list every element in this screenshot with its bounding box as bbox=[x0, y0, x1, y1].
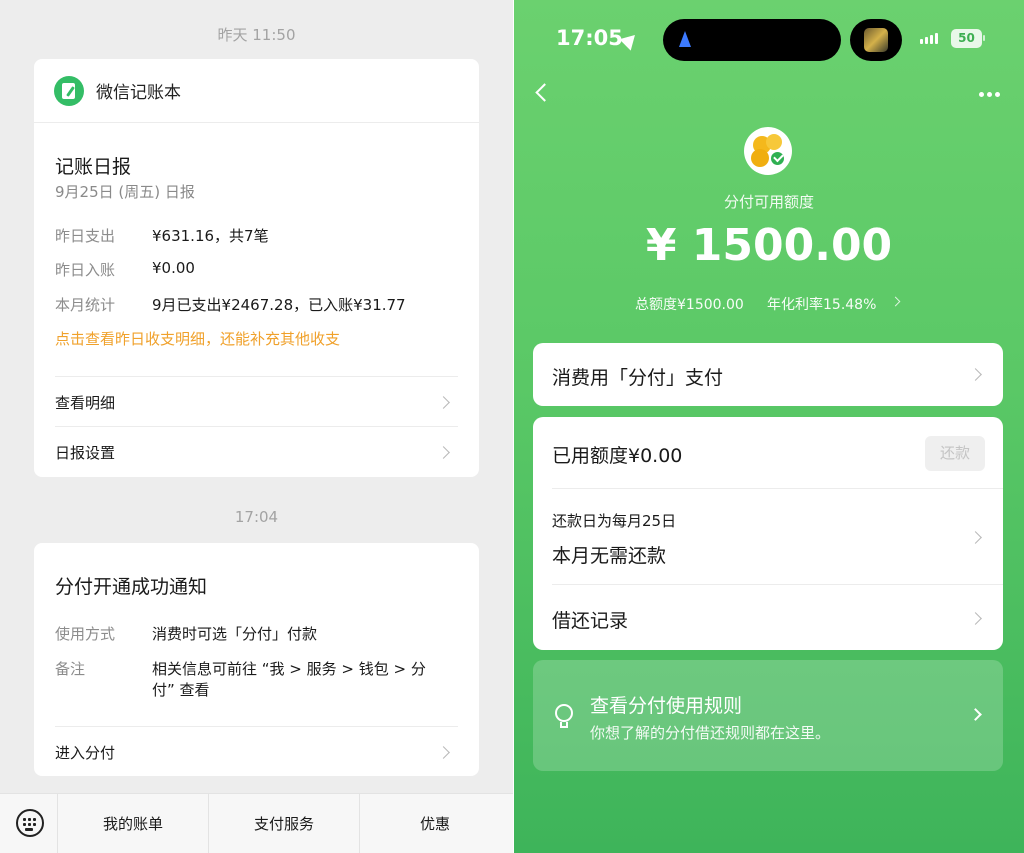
available-amount: ¥ 1500.00 bbox=[645, 220, 893, 271]
yesterday-income-value: ¥0.00 bbox=[152, 259, 195, 277]
rules-subtitle: 你想了解的分付借还规则都在这里。 bbox=[590, 724, 831, 742]
report-settings-label: 日报设置 bbox=[55, 444, 116, 462]
report-subtitle: 9月25日 (周五) 日报 bbox=[55, 183, 195, 201]
yesterday-income-label: 昨日入账 bbox=[55, 261, 116, 279]
now-playing-artwork bbox=[850, 19, 902, 61]
rules-title: 查看分付使用规则 bbox=[590, 695, 743, 717]
tab-offers[interactable]: 优惠 bbox=[360, 794, 510, 853]
navigation-icon bbox=[679, 31, 691, 47]
chevron-right-icon bbox=[437, 446, 450, 459]
ledger-daily-report-card[interactable]: 微信记账本 记账日报 9月25日 (周五) 日报 昨日支出 ¥631.16，共7… bbox=[34, 59, 479, 477]
month-stats-value: 9月已支出¥2467.28，已入账¥31.77 bbox=[152, 296, 406, 314]
detail-hint-link[interactable]: 点击查看昨日收支明细，还能补充其他收支 bbox=[55, 328, 340, 349]
remark-value-line1: 相关信息可前往 “我 > 服务 > 钱包 > 分 bbox=[152, 660, 426, 678]
view-detail-label: 查看明细 bbox=[55, 394, 116, 412]
remark-value-line2: 付” 查看 bbox=[152, 681, 210, 699]
keyboard-toggle-button[interactable] bbox=[0, 794, 58, 853]
notification-title: 分付开通成功通知 bbox=[55, 576, 208, 598]
usage-value: 消费时可选「分付」付款 bbox=[152, 625, 318, 643]
chevron-right-icon bbox=[437, 746, 450, 759]
report-title: 记账日报 bbox=[55, 156, 132, 178]
tab-payment-services[interactable]: 支付服务 bbox=[209, 794, 359, 853]
service-menu-bar: 我的账单 支付服务 优惠 bbox=[0, 793, 513, 853]
fenfu-logo bbox=[744, 127, 792, 175]
timestamp: 17:04 bbox=[234, 508, 279, 526]
total-quota: 总额度¥1500.00 bbox=[635, 297, 744, 313]
chevron-right-icon bbox=[969, 531, 982, 544]
status-time: 17:05 bbox=[556, 26, 623, 50]
wechat-chat-panel: 昨天 11:50 微信记账本 记账日报 9月25日 (周五) 日报 昨日支出 ¥… bbox=[0, 0, 513, 853]
usage-label: 使用方式 bbox=[55, 625, 116, 643]
repay-button[interactable]: 还款 bbox=[925, 436, 985, 471]
check-icon bbox=[769, 150, 786, 167]
battery-icon: 50 bbox=[951, 29, 982, 48]
tab-my-bills[interactable]: 我的账单 bbox=[58, 794, 208, 853]
keyboard-icon bbox=[16, 809, 44, 837]
month-stats-label: 本月统计 bbox=[55, 296, 116, 314]
no-repay-status: 本月无需还款 bbox=[552, 545, 667, 567]
app-name: 微信记账本 bbox=[96, 83, 181, 103]
card-header: 微信记账本 bbox=[34, 59, 479, 123]
fenfu-screen: 17:05 50 分付可用额度 ¥ 1500.00 总额度¥1500.00 年化… bbox=[514, 0, 1024, 853]
view-detail-row[interactable]: 查看明细 bbox=[55, 376, 458, 426]
chevron-right-icon bbox=[969, 368, 982, 381]
available-quota-label: 分付可用额度 bbox=[723, 193, 814, 211]
quota-card: 已用额度¥0.00 还款 还款日为每月25日 本月无需还款 借还记录 bbox=[533, 417, 1003, 650]
yesterday-expense-label: 昨日支出 bbox=[55, 227, 116, 245]
lightbulb-icon bbox=[555, 704, 573, 722]
chevron-right-icon bbox=[969, 708, 982, 721]
consume-pay-row[interactable]: 消费用「分付」支付 bbox=[533, 343, 1003, 406]
chevron-right-icon bbox=[437, 396, 450, 409]
chevron-right-icon bbox=[969, 612, 982, 625]
back-arrow-icon[interactable] bbox=[535, 83, 554, 102]
dynamic-island bbox=[663, 19, 841, 61]
repay-day: 还款日为每月25日 bbox=[552, 512, 677, 530]
consume-pay-label: 消费用「分付」支付 bbox=[552, 367, 724, 389]
enter-fenfu-label: 进入分付 bbox=[55, 744, 116, 762]
enter-fenfu-row[interactable]: 进入分付 bbox=[55, 726, 458, 776]
loan-record-label: 借还记录 bbox=[552, 610, 629, 632]
usage-rules-banner[interactable]: 查看分付使用规则 你想了解的分付借还规则都在这里。 bbox=[533, 660, 1003, 771]
fenfu-activation-card[interactable]: 分付开通成功通知 使用方式 消费时可选「分付」付款 备注 相关信息可前往 “我 … bbox=[34, 543, 479, 776]
used-quota: 已用额度¥0.00 bbox=[552, 445, 683, 467]
remark-label: 备注 bbox=[55, 660, 86, 678]
chevron-right-icon bbox=[890, 296, 901, 307]
timestamp: 昨天 11:50 bbox=[217, 26, 296, 44]
yesterday-expense-value: ¥631.16，共7笔 bbox=[152, 227, 269, 245]
ledger-app-icon bbox=[54, 75, 84, 106]
annual-rate-link[interactable]: 年化利率15.48% bbox=[767, 294, 876, 314]
report-settings-row[interactable]: 日报设置 bbox=[55, 426, 458, 476]
